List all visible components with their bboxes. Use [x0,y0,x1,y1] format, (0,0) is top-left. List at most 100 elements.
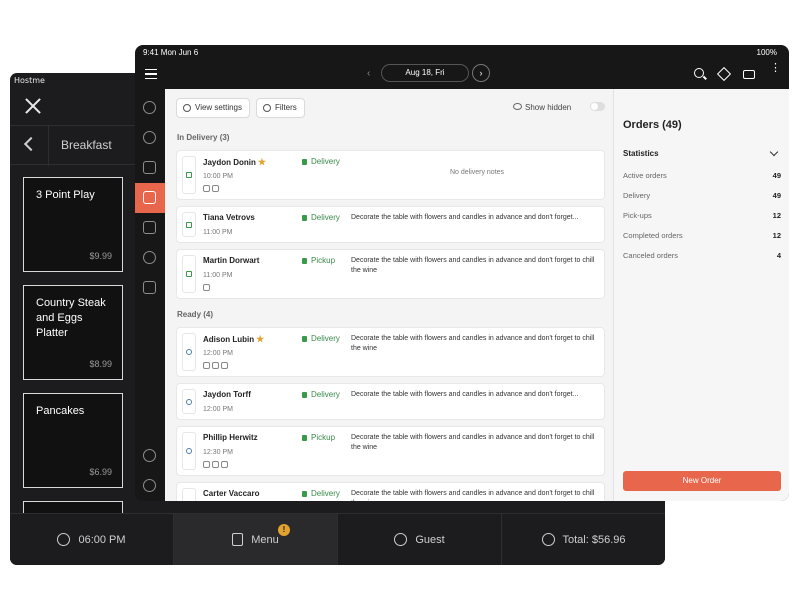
order-card[interactable]: Carter Vaccaro Delivery Decorate the tab… [176,482,605,501]
order-time: 12:00 PM [203,350,233,357]
side-nav-item[interactable] [135,123,165,153]
chevron-down-icon[interactable] [769,147,779,157]
hamburger-icon[interactable] [145,69,157,79]
pos-status-label: Hostme [14,76,45,85]
time-button[interactable]: 06:00 PM [10,514,174,565]
close-icon[interactable] [22,95,44,117]
order-card[interactable]: Tiana Vetrovs 11:00 PM Delivery Decorate… [176,206,605,243]
view-settings-button[interactable]: View settings [176,98,250,118]
guest-icon [394,533,408,546]
order-card[interactable]: Jaydon Donin ★ 10:00 PM Delivery No deliv… [176,150,605,200]
divider [48,126,49,166]
stat-value: 49 [772,191,781,200]
menu-item-price: $6.99 [89,467,112,477]
filters-label: Filters [275,103,297,112]
menu-item-name: Country Steak and Eggs Platter [36,297,106,339]
statistics-header[interactable]: Statistics [623,149,659,158]
order-time: 12:00 PM [203,406,233,413]
order-note: Decorate the table with flowers and cand… [351,490,595,501]
star-icon: ★ [256,334,265,344]
customer-name: Tiana Vetrovs [203,213,255,222]
guest-button[interactable]: Guest [338,514,502,565]
order-type: Delivery [302,390,340,399]
star-icon: ★ [257,157,266,167]
total-label: Total: $56.96 [562,533,626,546]
menu-item-card[interactable]: Country Steak and Eggs Platter $8.99 [23,285,123,380]
stat-label: Completed orders [623,231,683,240]
show-hidden-toggle[interactable] [590,102,605,111]
order-card[interactable]: Adison Lubin ★ 12:00 PM Delivery Decorate… [176,327,605,377]
customer-name: Carter Vaccaro [203,489,260,498]
dollar-icon [541,533,555,546]
chevron-left-icon[interactable]: ‹ [367,68,370,79]
more-icon[interactable]: ⋮ [770,63,781,78]
chevron-right-icon[interactable]: › [472,64,490,82]
table-icon [143,221,156,234]
leaf-icon [203,185,210,192]
side-nav-item-orders[interactable] [135,183,165,213]
settings-button[interactable] [135,441,165,471]
show-hidden-label: Show hidden [525,103,572,112]
order-card[interactable]: Jaydon Torff 12:00 PM Delivery Decorate … [176,383,605,420]
eye-off-icon [513,103,522,110]
view-settings-label: View settings [195,103,242,112]
side-nav-item[interactable] [135,153,165,183]
menu-badge: ! [278,524,290,536]
order-note: Decorate the table with flowers and cand… [351,434,595,451]
filters-button[interactable]: Filters [256,98,305,118]
help-icon [143,479,156,492]
diamond-icon[interactable] [716,66,732,82]
order-icons [203,185,219,192]
chevron-left-icon[interactable] [23,136,39,152]
orders-list: View settings Filters Show hidden In Del… [165,89,613,501]
ban-icon [203,461,210,468]
contacts-icon [143,281,156,294]
customer-name: Jaydon Donin [203,158,256,167]
order-note: No delivery notes [449,169,505,176]
menu-label: Menu [251,533,279,546]
order-note: Decorate the table with flowers and cand… [351,391,579,398]
menu-button[interactable]: Menu ! [174,514,338,565]
side-nav-item[interactable] [135,243,165,273]
order-note: Decorate the table with flowers and cand… [351,257,595,274]
help-button[interactable] [135,471,165,501]
order-card[interactable]: Phillip Herwitz 12:30 PM Pickup Decorate… [176,426,605,476]
customer-name: Martin Dorwart [203,256,260,265]
calendar-icon [143,161,156,174]
order-type: Pickup [302,256,335,265]
time-label: 06:00 PM [78,533,126,546]
order-card[interactable]: Martin Dorwart 11:00 PM Pickup Decorate … [176,249,605,299]
stat-row: Active orders 49 [623,171,781,180]
date-selector[interactable]: Aug 18, Fri [381,64,469,82]
menu-item-card[interactable] [23,501,123,513]
stat-label: Delivery [623,191,651,200]
order-note: Decorate the table with flowers and cand… [351,214,579,221]
leaf-icon [212,362,219,369]
stat-label: Canceled orders [623,251,679,260]
printer-icon[interactable] [743,70,755,79]
total-button[interactable]: Total: $56.96 [502,514,665,565]
menu-item-card[interactable]: Pancakes $6.99 [23,393,123,488]
order-status [182,156,196,194]
side-nav-item[interactable] [135,273,165,303]
menu-item-name: 3 Point Play [36,189,95,201]
order-status [182,212,196,237]
guest-label: Guest [415,533,445,546]
orders-tablet: 9:41 Mon Jun 6 100% ‹ Aug 18, Fri › ⋮ Vi… [135,45,789,501]
stat-row: Pick-ups 12 [623,211,781,220]
search-icon[interactable] [694,68,704,78]
order-type: Delivery [302,334,340,343]
order-status [182,389,196,414]
side-nav-item[interactable] [135,93,165,123]
menu-item-card[interactable]: 3 Point Play $9.99 [23,177,123,272]
order-note: Decorate the table with flowers and cand… [351,335,595,352]
order-time: 12:30 PM [203,449,233,456]
stat-row: Delivery 49 [623,191,781,200]
new-order-button[interactable]: New Order [623,471,781,491]
side-nav-item[interactable] [135,213,165,243]
note-icon [203,284,210,291]
order-status [182,432,196,470]
status-time: 9:41 Mon Jun 6 [143,48,199,57]
top-bar: ‹ Aug 18, Fri › ⋮ [135,61,789,89]
customer-name: Phillip Herwitz [203,433,258,442]
